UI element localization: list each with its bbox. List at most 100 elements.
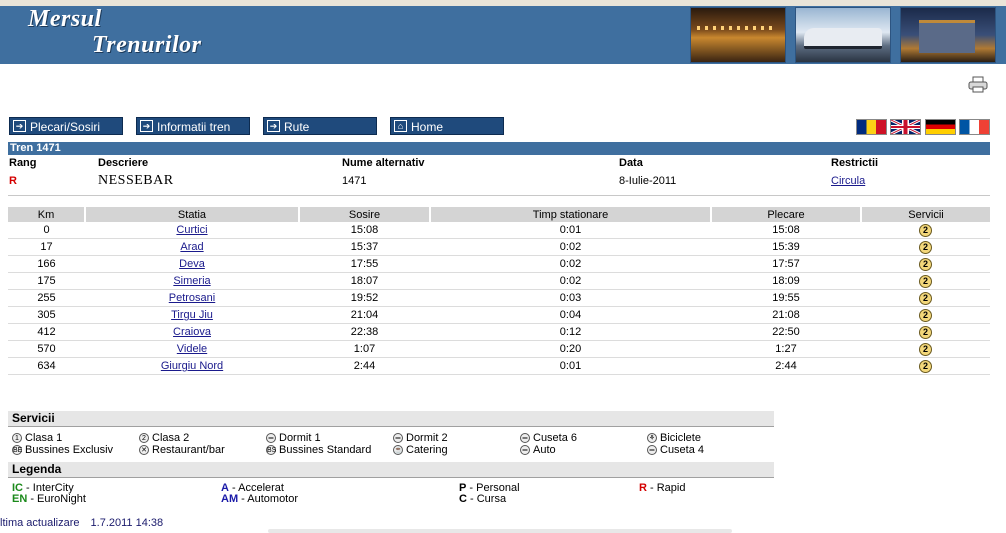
service-legend-item: ═ Dormit 2 <box>393 432 448 444</box>
service-icon: ⚘ <box>647 433 657 444</box>
service-icon: ═ <box>520 445 530 456</box>
station-link[interactable]: Videle <box>177 343 207 355</box>
table-row: 305 Tirgu Jiu 21:04 0:04 21:08 2 <box>8 306 990 324</box>
stop-time-cell: 0:04 <box>430 306 711 324</box>
station-link[interactable]: Simeria <box>173 275 210 287</box>
divider <box>8 195 990 196</box>
uk-flag-icon[interactable] <box>890 119 921 135</box>
arrival-cell: 15:08 <box>299 222 430 239</box>
departure-cell: 17:57 <box>711 255 861 273</box>
station-cell: Craiova <box>85 323 299 341</box>
service-legend-item: 1 Clasa 1 <box>12 432 62 444</box>
logo-line-1: Mersul <box>28 6 102 32</box>
arrival-cell: 15:37 <box>299 238 430 256</box>
km-cell: 175 <box>8 272 85 290</box>
service-label: Dormit 2 <box>406 432 448 444</box>
nav-button-label: Informatii tren <box>157 120 231 134</box>
clasa-2-icon: 2 <box>919 359 932 373</box>
legend-code: R <box>639 482 647 494</box>
service-icon: 1 <box>12 433 22 444</box>
service-label: Restaurant/bar <box>152 444 225 456</box>
arrival-cell: 17:55 <box>299 255 430 273</box>
km-cell: 634 <box>8 357 85 375</box>
station-link[interactable]: Arad <box>180 241 203 253</box>
departure-cell: 15:08 <box>711 222 861 239</box>
nav-button-label: Plecari/Sosiri <box>30 120 101 134</box>
nav-home-button[interactable]: ⌂ Home <box>390 117 504 135</box>
station-link[interactable]: Tirgu Jiu <box>171 309 213 321</box>
service-legend-item: ⚘ Biciclete <box>647 432 701 444</box>
arrival-cell: 18:07 <box>299 272 430 290</box>
service-label: Clasa 1 <box>25 432 63 444</box>
nav-rute-button[interactable]: ➔ Rute <box>263 117 377 135</box>
stop-time-cell: 0:02 <box>430 238 711 256</box>
station-link[interactable]: Curtici <box>176 224 207 236</box>
service-legend-item: ═ Cuseta 6 <box>520 432 577 444</box>
service-cell: 2 <box>861 357 990 375</box>
legend-item: AM - Automotor <box>221 493 298 505</box>
station-link[interactable]: Craiova <box>173 326 211 338</box>
restrictii-link[interactable]: Circula <box>831 175 865 187</box>
last-update-value: 1.7.2011 14:38 <box>90 517 164 529</box>
service-cell: 2 <box>861 272 990 290</box>
table-row: 17 Arad 15:37 0:02 15:39 2 <box>8 238 990 256</box>
rang-value: R <box>9 175 17 187</box>
station-cell: Deva <box>85 255 299 273</box>
km-cell: 0 <box>8 222 85 239</box>
stop-time-cell: 0:01 <box>430 222 711 239</box>
arrival-cell: 22:38 <box>299 323 430 341</box>
clasa-2-icon: 2 <box>919 325 932 339</box>
table-row: 412 Craiova 22:38 0:12 22:50 2 <box>8 323 990 341</box>
stop-time-cell: 0:03 <box>430 289 711 307</box>
station-photo <box>690 7 786 63</box>
departure-cell: 1:27 <box>711 340 861 358</box>
french-flag-icon[interactable] <box>959 119 990 135</box>
service-icon: ✕ <box>139 445 149 456</box>
km-cell: 17 <box>8 238 85 256</box>
legend-code: AM <box>221 493 239 505</box>
horizontal-scrollbar[interactable] <box>268 529 732 533</box>
home-icon: ⌂ <box>394 120 407 132</box>
arrival-cell: 21:04 <box>299 306 430 324</box>
building-photo <box>900 7 996 63</box>
clasa-2-icon: 2 <box>919 342 932 356</box>
printer-icon[interactable] <box>968 76 988 93</box>
logo-line-2: Trenurilor <box>92 32 202 58</box>
service-label: Dormit 1 <box>279 432 321 444</box>
service-cell: 2 <box>861 238 990 256</box>
site-banner: Mersul Trenurilor <box>0 6 1006 64</box>
table-row: 166 Deva 17:55 0:02 17:57 2 <box>8 255 990 273</box>
column-header-sosire: Sosire <box>299 207 431 222</box>
service-icon: ☕ <box>393 445 403 456</box>
arrival-cell: 1:07 <box>299 340 430 358</box>
table-row: 0 Curtici 15:08 0:01 15:08 2 <box>8 222 990 239</box>
legend-item: R - Rapid <box>639 482 685 494</box>
service-label: Bussines Exclusiv <box>25 444 114 456</box>
legend-code: EN <box>12 493 28 505</box>
departure-cell: 21:08 <box>711 306 861 324</box>
station-link[interactable]: Giurgiu Nord <box>161 360 223 372</box>
service-legend-item: ═ Auto <box>520 444 556 456</box>
service-legend-item: 2 Clasa 2 <box>139 432 189 444</box>
service-cell: 2 <box>861 340 990 358</box>
legend-item: EN - EuroNight <box>12 493 86 505</box>
station-link[interactable]: Petrosani <box>169 292 215 304</box>
romanian-flag-icon[interactable] <box>856 119 887 135</box>
station-cell: Simeria <box>85 272 299 290</box>
clasa-2-icon: 2 <box>919 223 932 237</box>
stop-time-cell: 0:12 <box>430 323 711 341</box>
divider <box>8 426 774 427</box>
nav-button-label: Home <box>411 120 444 134</box>
km-cell: 166 <box>8 255 85 273</box>
german-flag-icon[interactable] <box>925 119 956 135</box>
station-cell: Giurgiu Nord <box>85 357 299 375</box>
service-icon: BS <box>266 445 277 456</box>
service-icon: BE <box>12 445 23 456</box>
station-link[interactable]: Deva <box>179 258 205 270</box>
nav-plecari-sosiri-button[interactable]: ➔ Plecari/Sosiri <box>9 117 123 135</box>
service-label: Catering <box>406 444 448 456</box>
service-label: Cuseta 6 <box>533 432 578 444</box>
last-update-label: ltima actualizare <box>0 517 80 529</box>
service-icon: ═ <box>520 433 530 444</box>
nav-informatii-tren-button[interactable]: ➔ Informatii tren <box>136 117 250 135</box>
